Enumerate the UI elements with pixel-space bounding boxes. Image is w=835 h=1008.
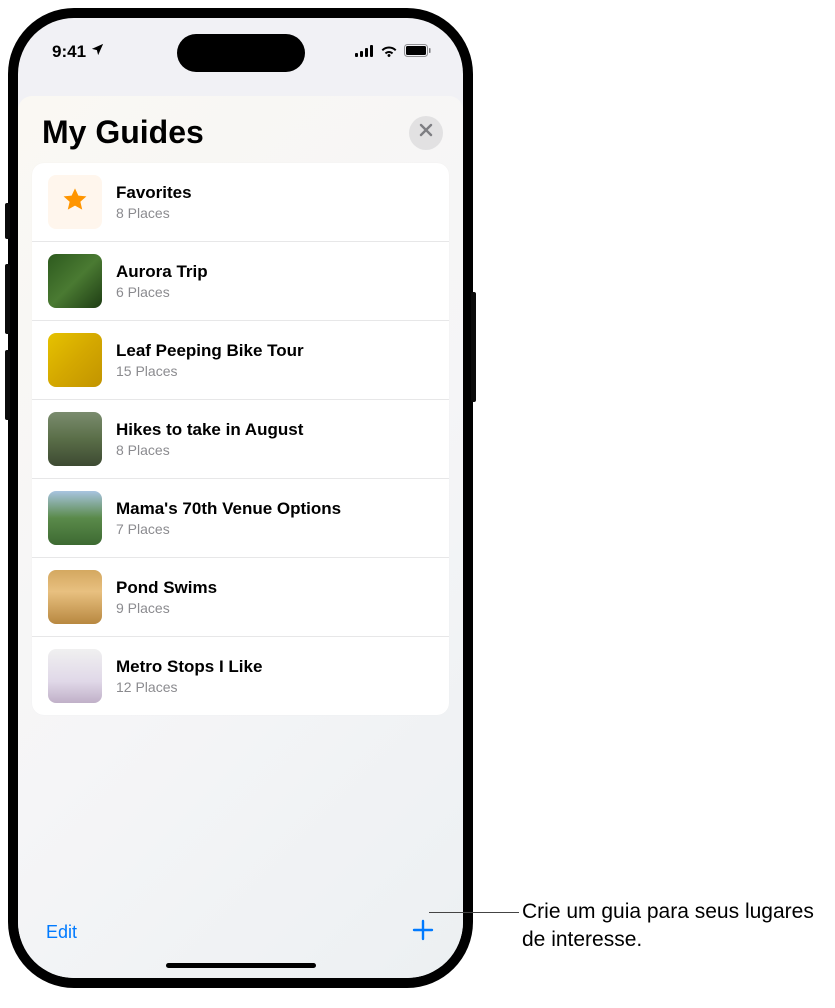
power-button (471, 292, 476, 402)
guide-title: Aurora Trip (116, 262, 208, 282)
guide-row[interactable]: Mama's 70th Venue Options 7 Places (32, 478, 449, 557)
guide-subtitle: 8 Places (116, 442, 303, 458)
guide-thumb (48, 570, 102, 624)
callout-leader-line (429, 912, 519, 913)
guide-text: Hikes to take in August 8 Places (116, 420, 303, 458)
battery-icon (404, 42, 431, 62)
guide-thumb (48, 333, 102, 387)
guide-text: Aurora Trip 6 Places (116, 262, 208, 300)
guide-row-favorites[interactable]: Favorites 8 Places (32, 163, 449, 241)
volume-down-button (5, 350, 10, 420)
guide-subtitle: 7 Places (116, 521, 341, 537)
star-icon (61, 186, 89, 219)
sheet-header: My Guides (18, 96, 463, 163)
home-indicator[interactable] (166, 963, 316, 968)
guide-text: Mama's 70th Venue Options 7 Places (116, 499, 341, 537)
cellular-icon (355, 42, 374, 62)
guides-list: Favorites 8 Places Aurora Trip 6 Places (32, 163, 449, 715)
page-title: My Guides (42, 114, 204, 151)
callout-text: Crie um guia para seus lugares de intere… (522, 898, 822, 955)
guide-subtitle: 8 Places (116, 205, 192, 221)
guide-subtitle: 12 Places (116, 679, 262, 695)
dynamic-island (177, 34, 305, 72)
guide-row[interactable]: Pond Swims 9 Places (32, 557, 449, 636)
silent-switch (5, 203, 10, 239)
phone-screen: 9:41 My Gui (18, 18, 463, 978)
status-bar: 9:41 (18, 18, 463, 72)
guide-title: Favorites (116, 183, 192, 203)
guide-thumb (48, 412, 102, 466)
guide-row[interactable]: Metro Stops I Like 12 Places (32, 636, 449, 715)
volume-up-button (5, 264, 10, 334)
guide-text: Leaf Peeping Bike Tour 15 Places (116, 341, 304, 379)
plus-icon (411, 929, 435, 946)
guide-text: Favorites 8 Places (116, 183, 192, 221)
add-guide-button[interactable] (411, 918, 435, 947)
guide-row[interactable]: Hikes to take in August 8 Places (32, 399, 449, 478)
guide-title: Mama's 70th Venue Options (116, 499, 341, 519)
guide-thumb (48, 254, 102, 308)
wifi-icon (380, 42, 398, 62)
edit-button[interactable]: Edit (46, 922, 77, 943)
guide-title: Metro Stops I Like (116, 657, 262, 677)
guide-subtitle: 9 Places (116, 600, 217, 616)
favorites-thumb (48, 175, 102, 229)
guide-title: Pond Swims (116, 578, 217, 598)
sheet-backdrop: My Guides (18, 72, 463, 978)
guide-title: Hikes to take in August (116, 420, 303, 440)
guide-text: Pond Swims 9 Places (116, 578, 217, 616)
guide-subtitle: 15 Places (116, 363, 304, 379)
guide-row[interactable]: Leaf Peeping Bike Tour 15 Places (32, 320, 449, 399)
location-icon (90, 42, 105, 62)
close-button[interactable] (409, 116, 443, 150)
guide-text: Metro Stops I Like 12 Places (116, 657, 262, 695)
status-left: 9:41 (52, 42, 105, 62)
status-time: 9:41 (52, 42, 86, 62)
guide-thumb (48, 649, 102, 703)
guide-row[interactable]: Aurora Trip 6 Places (32, 241, 449, 320)
guide-thumb (48, 491, 102, 545)
my-guides-sheet: My Guides (18, 96, 463, 978)
phone-frame: 9:41 My Gui (8, 8, 473, 988)
guide-title: Leaf Peeping Bike Tour (116, 341, 304, 361)
guide-subtitle: 6 Places (116, 284, 208, 300)
status-right (355, 42, 431, 62)
close-icon (419, 123, 433, 142)
bottom-toolbar: Edit (18, 896, 463, 955)
